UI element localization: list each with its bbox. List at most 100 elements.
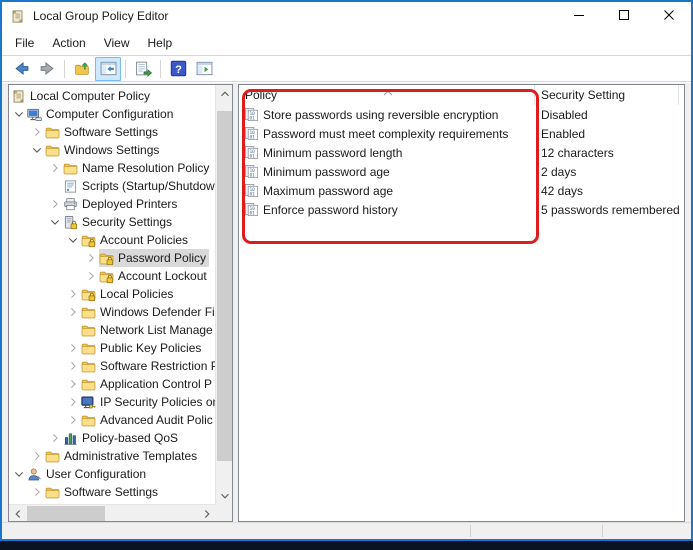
tree-item-software-settings[interactable]: Software Settings xyxy=(9,123,215,141)
tree-item-label-area[interactable]: Local Policies xyxy=(81,285,176,303)
tree-item-label-area[interactable]: Account Lockout xyxy=(99,267,210,285)
chevron-right-icon[interactable] xyxy=(29,448,45,464)
tree-item-windows-settings[interactable]: Windows Settings xyxy=(9,141,215,159)
show-action-pane-button[interactable] xyxy=(191,57,217,81)
tree-item-label-area[interactable]: Software Settings xyxy=(45,123,161,141)
chevron-right-icon[interactable] xyxy=(47,430,63,446)
title-bar[interactable]: Local Group Policy Editor xyxy=(2,2,691,30)
tree-item-label-area[interactable]: Password Policy xyxy=(99,249,209,267)
tree-item-application-control-p[interactable]: Application Control P xyxy=(9,375,215,393)
tree-item-label-area[interactable]: Policy-based QoS xyxy=(63,429,181,447)
scroll-right-button[interactable] xyxy=(198,505,215,522)
tree-item-computer-configuration[interactable]: Computer Configuration xyxy=(9,105,215,123)
tree-item-local-policies[interactable]: Local Policies xyxy=(9,285,215,303)
forward-button[interactable] xyxy=(34,57,60,81)
chevron-right-icon[interactable] xyxy=(65,376,81,392)
tree-item-public-key-policies[interactable]: Public Key Policies xyxy=(9,339,215,357)
scroll-left-button[interactable] xyxy=(9,505,26,522)
chevron-right-icon[interactable] xyxy=(65,412,81,428)
chevron-down-icon[interactable] xyxy=(29,142,45,158)
close-button[interactable] xyxy=(646,2,691,30)
chevron-right-icon[interactable] xyxy=(83,250,99,266)
tree-item-label-area[interactable]: Security Settings xyxy=(63,213,175,231)
chevron-right-icon[interactable] xyxy=(65,358,81,374)
tree-item-ip-security-policies-on[interactable]: IP Security Policies on xyxy=(9,393,215,411)
tree-item-deployed-printers[interactable]: Deployed Printers xyxy=(9,195,215,213)
chevron-right-icon[interactable] xyxy=(65,394,81,410)
tree-item-label-area[interactable]: User Configuration xyxy=(27,465,149,483)
tree-horizontal-scrollbar[interactable] xyxy=(9,504,215,521)
help-button[interactable]: ? xyxy=(165,57,191,81)
tree-item-label-area[interactable]: Software Restriction P xyxy=(81,357,215,375)
tree-item-label-area[interactable]: Application Control P xyxy=(81,375,215,393)
policy-row-minimum-password-age[interactable]: 1001Minimum password age2 days xyxy=(239,162,684,181)
chevron-right-icon[interactable] xyxy=(65,340,81,356)
tree-item-scripts-startup-shutdow[interactable]: Scripts (Startup/Shutdow xyxy=(9,177,215,195)
tree-item-label-area[interactable]: Windows Settings xyxy=(45,141,162,159)
tree-item-label-area[interactable]: Name Resolution Policy xyxy=(63,159,212,177)
tree-item-name-resolution-policy[interactable]: Name Resolution Policy xyxy=(9,159,215,177)
chevron-right-icon[interactable] xyxy=(47,196,63,212)
back-button[interactable] xyxy=(8,57,34,81)
tree-item-administrative-templates[interactable]: Administrative Templates xyxy=(9,447,215,465)
security-setting-value: Disabled xyxy=(541,108,588,122)
horizontal-scroll-thumb[interactable] xyxy=(27,506,105,521)
chevron-down-icon[interactable] xyxy=(65,232,81,248)
chevron-right-icon[interactable] xyxy=(83,268,99,284)
show-console-tree-button[interactable] xyxy=(95,57,121,81)
menu-help[interactable]: Help xyxy=(139,32,182,54)
chevron-right-icon[interactable] xyxy=(65,304,81,320)
minimize-button[interactable] xyxy=(556,2,601,30)
chevron-down-icon xyxy=(218,489,232,503)
tree-item-label-area[interactable]: Public Key Policies xyxy=(81,339,204,357)
tree-item-label-area[interactable]: Local Computer Policy xyxy=(11,87,153,105)
tree-item-label-area[interactable]: Administrative Templates xyxy=(45,447,200,465)
chevron-down-icon[interactable] xyxy=(11,466,27,482)
chevron-right-icon[interactable] xyxy=(65,286,81,302)
tree-item-label-area[interactable]: Windows Defender Fi xyxy=(81,303,215,321)
tree-item-advanced-audit-polic[interactable]: Advanced Audit Polic xyxy=(9,411,215,429)
tree-item-software-settings[interactable]: Software Settings xyxy=(9,483,215,501)
tree-item-policy-based-qos[interactable]: Policy-based QoS xyxy=(9,429,215,447)
policy-row-password-must-meet-complexity-requirements[interactable]: 1001Password must meet complexity requir… xyxy=(239,124,684,143)
policy-name: Store passwords using reversible encrypt… xyxy=(263,108,498,122)
tree-item-label-area[interactable]: Account Policies xyxy=(81,231,191,249)
up-one-level-button[interactable] xyxy=(69,57,95,81)
tree-item-label-area[interactable]: Software Settings xyxy=(45,483,161,501)
policy-row-store-passwords-using-reversible-encryption[interactable]: 1001Store passwords using reversible enc… xyxy=(239,105,684,124)
tree-item-label-area[interactable]: Deployed Printers xyxy=(63,195,180,213)
tree-item-account-policies[interactable]: Account Policies xyxy=(9,231,215,249)
policy-row-enforce-password-history[interactable]: 1001Enforce password history5 passwords … xyxy=(239,200,684,219)
tree-vertical-scrollbar[interactable] xyxy=(215,85,232,504)
tree-item-label-area[interactable]: Advanced Audit Polic xyxy=(81,411,215,429)
maximize-button[interactable] xyxy=(601,2,646,30)
chevron-right-icon[interactable] xyxy=(29,124,45,140)
tree-rows: Local Computer PolicyComputer Configurat… xyxy=(9,85,215,504)
tree-item-user-configuration[interactable]: User Configuration xyxy=(9,465,215,483)
tree-item-password-policy[interactable]: Password Policy xyxy=(9,249,215,267)
export-list-button[interactable] xyxy=(130,57,156,81)
tree-item-security-settings[interactable]: Security Settings xyxy=(9,213,215,231)
menu-view[interactable]: View xyxy=(95,32,139,54)
tree-item-label-area[interactable]: Network List Manage xyxy=(81,321,215,339)
policy-row-minimum-password-length[interactable]: 1001Minimum password length12 characters xyxy=(239,143,684,162)
scroll-down-button[interactable] xyxy=(216,487,233,504)
menu-file[interactable]: File xyxy=(6,32,43,54)
chevron-right-icon[interactable] xyxy=(47,160,63,176)
chevron-down-icon[interactable] xyxy=(11,106,27,122)
tree-item-label-area[interactable]: Computer Configuration xyxy=(27,105,176,123)
tree-item-windows-defender-fi[interactable]: Windows Defender Fi xyxy=(9,303,215,321)
tree-item-label-area[interactable]: IP Security Policies on xyxy=(81,393,215,411)
chevron-right-icon[interactable] xyxy=(29,484,45,500)
vertical-scroll-thumb[interactable] xyxy=(217,111,232,461)
chevron-down-icon[interactable] xyxy=(47,214,63,230)
tree-item-account-lockout[interactable]: Account Lockout xyxy=(9,267,215,285)
column-header-security-setting[interactable]: Security Setting xyxy=(535,85,679,105)
policy-row-maximum-password-age[interactable]: 1001Maximum password age42 days xyxy=(239,181,684,200)
tree-item-software-restriction-p[interactable]: Software Restriction P xyxy=(9,357,215,375)
tree-item-label-area[interactable]: Scripts (Startup/Shutdow xyxy=(63,177,215,195)
scroll-up-button[interactable] xyxy=(216,85,233,102)
tree-item-local-computer-policy[interactable]: Local Computer Policy xyxy=(9,87,215,105)
tree-item-network-list-manage[interactable]: Network List Manage xyxy=(9,321,215,339)
menu-action[interactable]: Action xyxy=(43,32,94,54)
